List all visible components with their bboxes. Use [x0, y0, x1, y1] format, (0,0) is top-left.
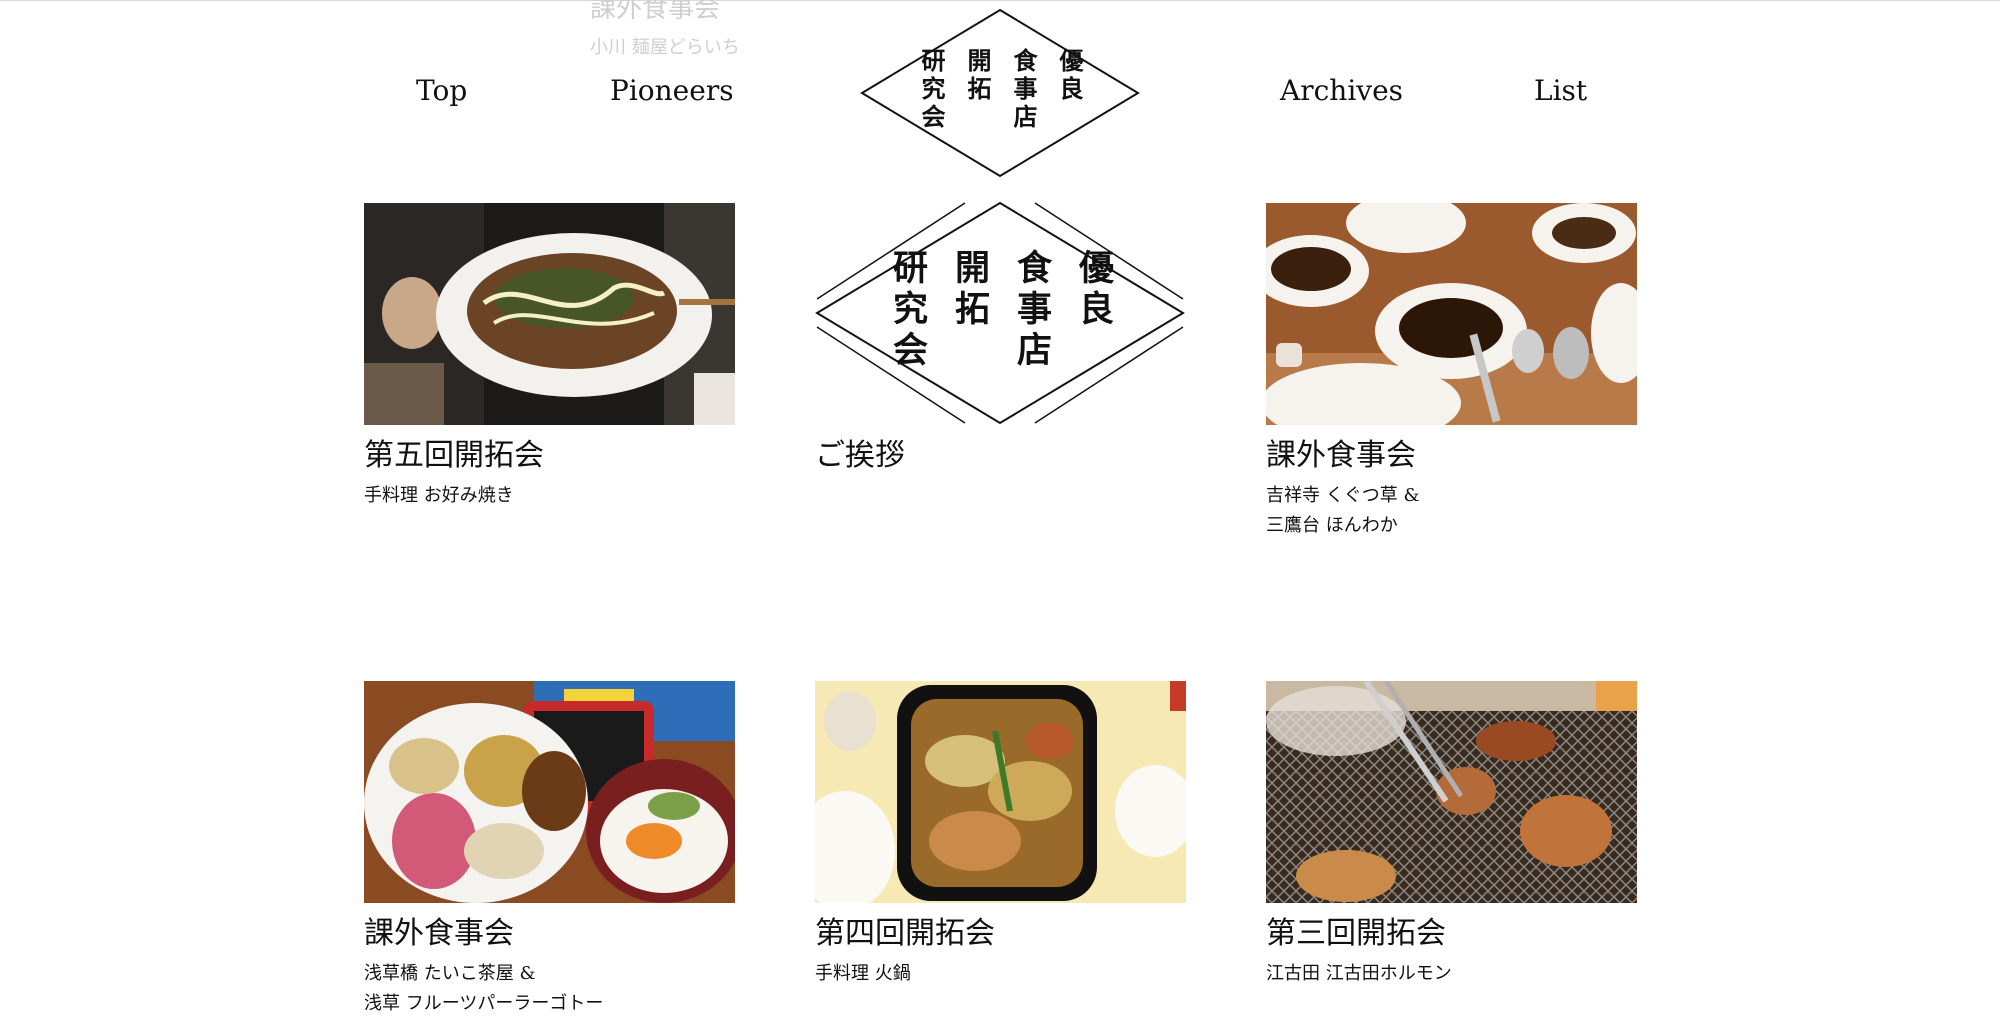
post-photo[interactable]: [1266, 681, 1637, 903]
logo-col-1: 優良: [1055, 48, 1084, 104]
faded-subtitle: 小川 麺屋どらいち: [590, 37, 740, 58]
top-border: [0, 0, 2000, 1]
post-subtitle: 手料理 お好み焼き: [364, 481, 514, 511]
logo-col-3: 開拓: [949, 249, 990, 331]
logo-col-1: 優良: [1073, 249, 1114, 331]
nav-list[interactable]: List: [1534, 74, 1587, 107]
logo-col-4: 研究会: [917, 48, 946, 132]
post-title[interactable]: 第五回開拓会: [364, 435, 544, 477]
post-subtitle-line: 浅草橋 たいこ茶屋 &: [364, 963, 536, 984]
logo-col-3: 開拓: [963, 48, 992, 104]
logo-col-4: 研究会: [887, 249, 928, 372]
post-title[interactable]: 課外食事会: [364, 913, 514, 955]
logo-col-2: 食事店: [1009, 48, 1038, 132]
post-subtitle-line: 江古田 江古田ホルモン: [1266, 963, 1452, 984]
logo-col-2: 食事店: [1011, 249, 1052, 372]
post-subtitle-line: 吉祥寺 くぐつ草 &: [1266, 485, 1420, 506]
logo-text: 優良 食事店 開拓 研究会: [860, 48, 1140, 132]
post-subtitle-line: 浅草 フルーツパーラーゴトー: [364, 993, 604, 1014]
post-subtitle: 江古田 江古田ホルモン: [1266, 959, 1452, 989]
post-photo[interactable]: [815, 681, 1186, 903]
post-subtitle-line: 手料理 お好み焼き: [364, 485, 514, 506]
greeting-logo[interactable]: 優良 食事店 開拓 研究会: [815, 201, 1185, 425]
post-subtitle: 吉祥寺 くぐつ草 & 三鷹台 ほんわか: [1266, 481, 1419, 541]
nav-top[interactable]: Top: [416, 74, 467, 107]
post-title[interactable]: 第三回開拓会: [1266, 913, 1446, 955]
post-subtitle-line: 三鷹台 ほんわか: [1266, 515, 1398, 536]
post-photo[interactable]: [364, 681, 735, 903]
post-title[interactable]: 課外食事会: [1266, 435, 1416, 477]
greeting-logo-text: 優良 食事店 開拓 研究会: [815, 249, 1185, 372]
post-title[interactable]: 第四回開拓会: [815, 913, 995, 955]
faded-title: 課外食事会: [590, 0, 721, 24]
post-photo[interactable]: [364, 203, 735, 425]
post-subtitle-line: 手料理 火鍋: [815, 963, 911, 984]
post-photo[interactable]: [1266, 203, 1637, 425]
post-subtitle: 手料理 火鍋: [815, 959, 911, 989]
faded-header-remnant: 課外食事会 小川 麺屋どらいち: [590, 0, 740, 60]
nav-pioneers[interactable]: Pioneers: [610, 74, 734, 107]
post-subtitle: 浅草橋 たいこ茶屋 & 浅草 フルーツパーラーゴトー: [364, 959, 603, 1019]
nav-archives[interactable]: Archives: [1280, 74, 1403, 107]
greeting-title[interactable]: ご挨拶: [815, 435, 905, 477]
site-logo[interactable]: 優良 食事店 開拓 研究会: [860, 8, 1140, 178]
